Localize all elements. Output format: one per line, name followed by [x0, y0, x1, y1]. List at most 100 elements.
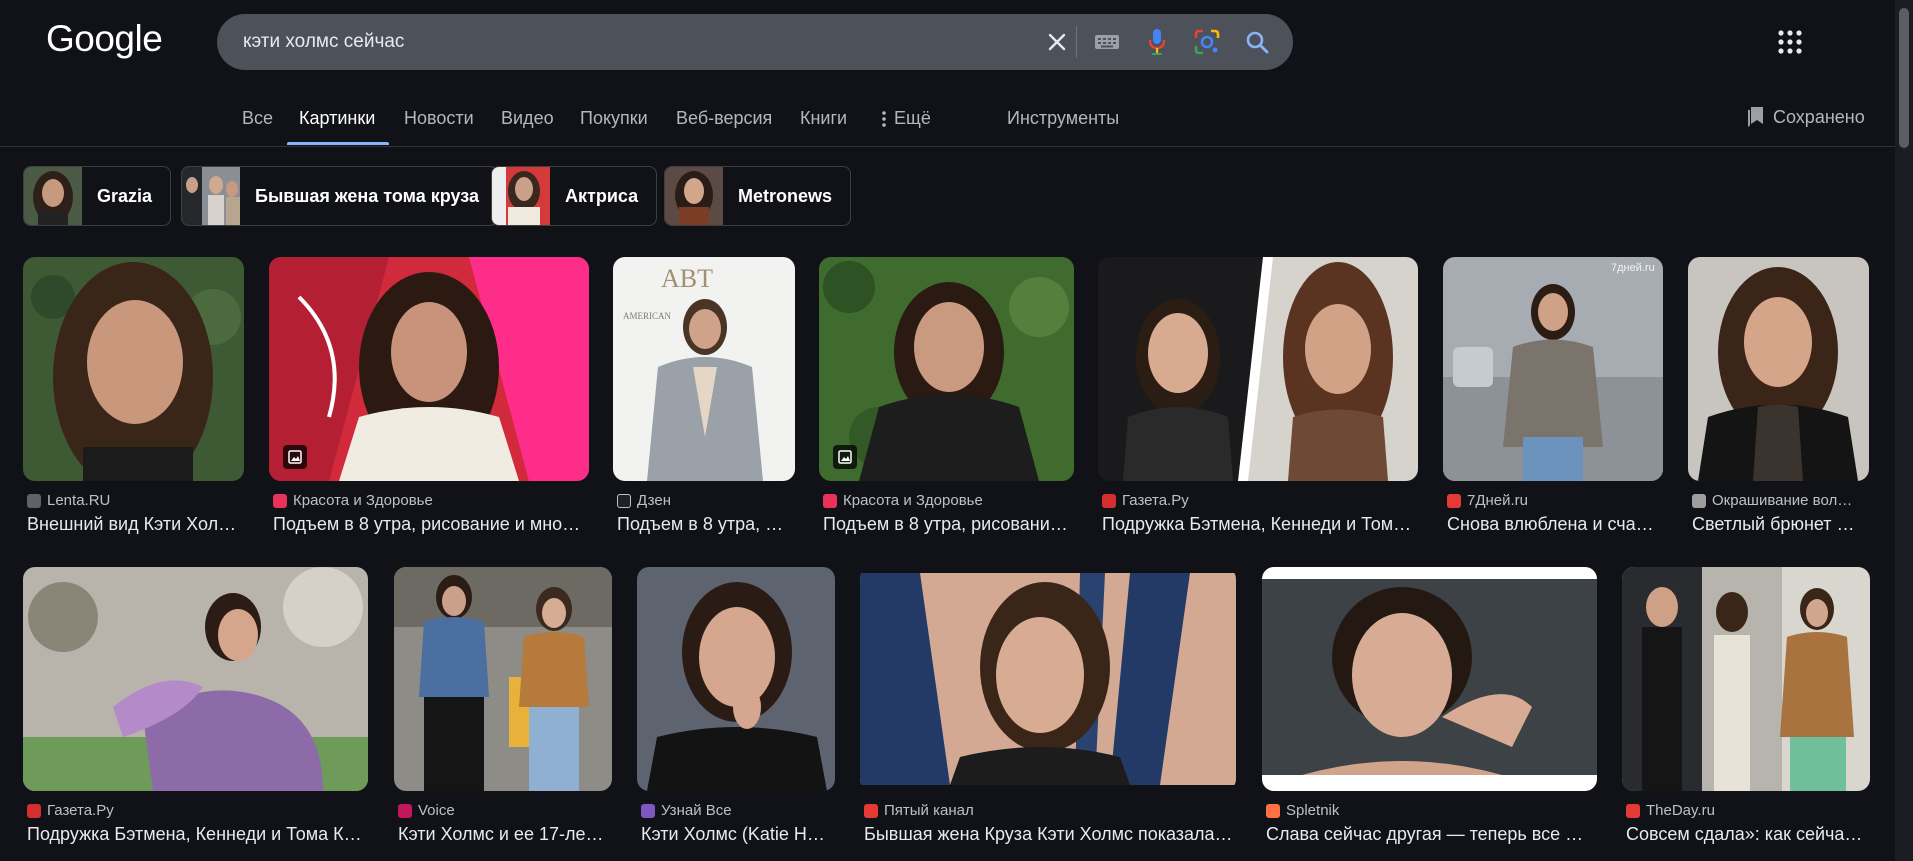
result-title[interactable]: Светлый брюнет …	[1692, 514, 1873, 535]
result-title[interactable]: Кэти Холмс и ее 17-ле…	[398, 824, 616, 845]
image-result[interactable]: Газета.Ру Подружка Бэтмена, Кеннеди и То…	[23, 567, 368, 857]
clear-icon[interactable]	[1043, 28, 1071, 56]
image-thumbnail[interactable]	[23, 567, 368, 791]
image-thumbnail[interactable]	[1622, 567, 1870, 791]
result-title[interactable]: Совсем сдала»: как сейча…	[1626, 824, 1874, 845]
source-name: Узнай Все	[661, 802, 732, 819]
result-title[interactable]: Подъем в 8 утра, рисование и мно…	[273, 514, 593, 535]
chip-label: Бывшая жена тома круза	[255, 185, 479, 206]
chip-ex-wife[interactable]: Бывшая жена тома круза	[181, 166, 498, 226]
google-logo[interactable]: Google	[46, 18, 163, 60]
saved-button[interactable]: Сохранено	[1747, 106, 1865, 128]
tab-books[interactable]: Книги	[800, 108, 847, 129]
result-title[interactable]: Снова влюблена и сча…	[1447, 514, 1667, 535]
result-source: 7Дней.ru	[1447, 492, 1667, 509]
result-source: Газета.Ру	[1102, 492, 1422, 509]
scrollbar-thumb[interactable]	[1899, 8, 1909, 148]
source-name: Lenta.RU	[47, 492, 111, 509]
apps-grid-icon[interactable]	[1776, 28, 1804, 56]
image-result[interactable]: Газета.Ру Подружка Бэтмена, Кеннеди и То…	[1098, 257, 1418, 547]
image-thumbnail[interactable]	[1262, 567, 1597, 791]
image-result[interactable]: Красота и Здоровье Подъем в 8 утра, рисо…	[819, 257, 1074, 547]
tab-all[interactable]: Все	[242, 108, 273, 129]
image-thumbnail[interactable]	[394, 567, 612, 791]
source-name: Красота и Здоровье	[293, 492, 433, 509]
source-name: Красота и Здоровье	[843, 492, 983, 509]
result-title[interactable]: Подружка Бэтмена, Кеннеди и Тома К…	[27, 824, 372, 845]
chip-thumbnail	[24, 167, 82, 225]
chip-label: Актриса	[565, 185, 639, 206]
svg-text:AMERICAN: AMERICAN	[623, 311, 672, 321]
source-name: 7Дней.ru	[1467, 492, 1529, 509]
result-title[interactable]: Подъем в 8 утра, …	[617, 514, 799, 535]
result-title[interactable]: Слава сейчас другая — теперь все …	[1266, 824, 1601, 845]
source-name: Окрашивание вол…	[1712, 492, 1853, 509]
image-result[interactable]: Красота и Здоровье Подъем в 8 утра, рисо…	[269, 257, 589, 547]
tab-shopping[interactable]: Покупки	[580, 108, 648, 129]
source-favicon	[273, 493, 287, 508]
result-title[interactable]: Бывшая жена Круза Кэти Холмс показала…	[864, 824, 1240, 845]
image-badge-icon	[833, 445, 857, 469]
lens-icon[interactable]	[1193, 28, 1221, 56]
image-thumbnail[interactable]	[860, 567, 1236, 791]
image-thumbnail[interactable]	[1688, 257, 1869, 481]
result-title[interactable]: Кэти Холмс (Katie H…	[641, 824, 839, 845]
result-source: Voice	[398, 802, 616, 819]
tab-news[interactable]: Новости	[404, 108, 474, 129]
source-name: Газета.Ру	[1122, 492, 1189, 509]
image-badge-icon	[283, 445, 307, 469]
result-source: Дзен	[617, 492, 799, 509]
result-source: Газета.Ру	[27, 802, 372, 819]
image-thumbnail[interactable]	[637, 567, 835, 791]
source-favicon	[1447, 493, 1461, 508]
image-thumbnail[interactable]: 7дней.ru	[1443, 257, 1663, 481]
result-title[interactable]: Подружка Бэтмена, Кеннеди и Том…	[1102, 514, 1422, 535]
chip-metronews[interactable]: Metronews	[664, 166, 852, 226]
search-input[interactable]: кэти холмс сейчас	[243, 31, 404, 53]
tab-videos[interactable]: Видео	[501, 108, 554, 129]
search-box[interactable]: кэти холмс сейчас	[217, 14, 1293, 70]
result-source: Spletnik	[1266, 802, 1601, 819]
tab-images[interactable]: Картинки	[299, 108, 375, 129]
image-result[interactable]: ABT AMERICAN Дзен Подъем в 8 утра, …	[613, 257, 795, 547]
image-result[interactable]: 7дней.ru 7Дней.ru Снова влюблена и сча…	[1443, 257, 1663, 547]
keyboard-icon[interactable]	[1093, 28, 1121, 56]
search-icon[interactable]	[1243, 28, 1271, 56]
source-favicon	[398, 803, 412, 818]
result-title[interactable]: Подъем в 8 утра, рисовани…	[823, 514, 1078, 535]
image-thumbnail[interactable]	[819, 257, 1074, 481]
chip-actress[interactable]: Актриса	[491, 166, 658, 226]
tab-web[interactable]: Веб-версия	[676, 108, 772, 129]
chip-thumbnail	[182, 167, 240, 225]
result-source: Окрашивание вол…	[1692, 492, 1873, 509]
image-result[interactable]: Lenta.RU Внешний вид Кэти Хол…	[23, 257, 244, 547]
svg-text:ABT: ABT	[661, 264, 713, 293]
image-result[interactable]: Окрашивание вол… Светлый брюнет …	[1688, 257, 1869, 547]
image-thumbnail[interactable]	[23, 257, 244, 481]
microphone-icon[interactable]	[1143, 28, 1171, 56]
tools-button[interactable]: Инструменты	[1007, 108, 1119, 129]
source-favicon	[823, 493, 837, 508]
result-source: TheDay.ru	[1626, 802, 1874, 819]
result-source: Lenta.RU	[27, 492, 248, 509]
result-source: Красота и Здоровье	[273, 492, 593, 509]
chip-thumbnail	[665, 167, 723, 225]
image-result[interactable]: Voice Кэти Холмс и ее 17-ле…	[394, 567, 612, 857]
source-favicon	[27, 803, 41, 818]
source-name: Пятый канал	[884, 802, 974, 819]
chip-grazia[interactable]: Grazia	[23, 166, 172, 226]
tab-more[interactable]: Ещё	[882, 108, 931, 129]
image-result[interactable]: Узнай Все Кэти Холмс (Katie H…	[637, 567, 835, 857]
image-thumbnail[interactable]	[1098, 257, 1418, 481]
source-favicon	[641, 803, 655, 818]
image-result[interactable]: Spletnik Слава сейчас другая — теперь вс…	[1262, 567, 1597, 857]
image-result[interactable]: TheDay.ru Совсем сдала»: как сейча…	[1622, 567, 1870, 857]
image-result[interactable]: Пятый канал Бывшая жена Круза Кэти Холмс…	[860, 567, 1236, 857]
source-name: Дзен	[637, 492, 671, 509]
bookmark-icon	[1748, 107, 1763, 127]
chip-thumbnail	[492, 167, 550, 225]
source-name: Voice	[418, 802, 455, 819]
result-title[interactable]: Внешний вид Кэти Хол…	[27, 514, 248, 535]
image-thumbnail[interactable]	[269, 257, 589, 481]
image-thumbnail[interactable]: ABT AMERICAN	[613, 257, 795, 481]
